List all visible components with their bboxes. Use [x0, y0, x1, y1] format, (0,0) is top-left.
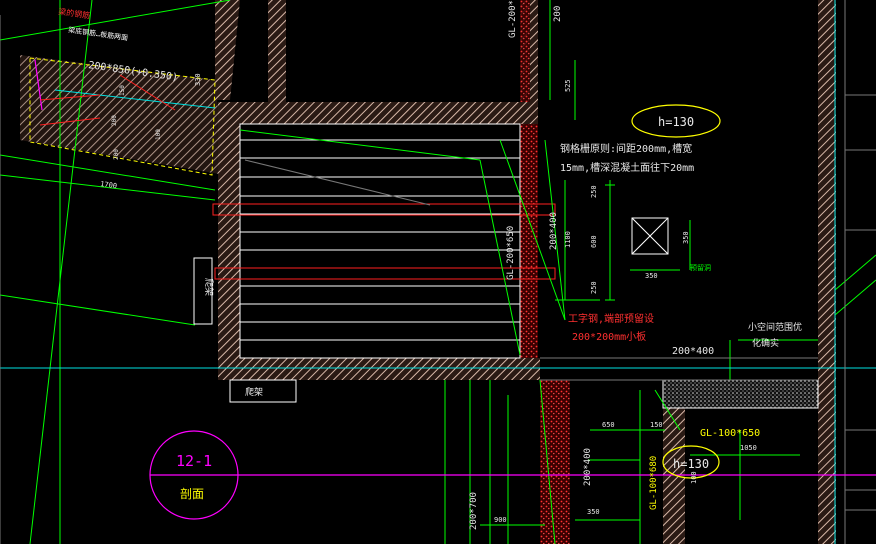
red-note-1: 工字钢,端部预留设: [568, 312, 654, 325]
h-top-label: h=130: [658, 115, 694, 129]
wall-right-red: [520, 124, 538, 358]
gl-mid-label: GL-200*650: [506, 226, 516, 280]
bottom-box-label: 爬架: [245, 387, 263, 398]
checker-beam: [662, 379, 819, 409]
dim-top-200: 200: [553, 6, 563, 22]
section-circle-top: 12-1: [176, 452, 212, 470]
opening-symbol: [631, 217, 669, 255]
wall-bottom-band: [218, 358, 540, 380]
gl-small-label: GL-100*650: [700, 428, 760, 439]
dim-250b: 250: [590, 281, 598, 294]
stair-treads: [239, 123, 521, 359]
inclined-wall-top: [215, 0, 240, 100]
wall-left: [218, 102, 240, 380]
dim-600: 600: [590, 235, 598, 248]
top-left-red-label-2: 梁底钢筋…板筋两面: [68, 25, 129, 42]
small-green-label: 预留洞: [690, 263, 711, 272]
dim-200x400-horizontal: 200*400: [672, 346, 714, 357]
dim-100: 100: [690, 471, 698, 484]
dim-250a: 250: [590, 185, 598, 198]
dim-200x400-vertical: 200*400: [549, 212, 559, 250]
red-note-2: 200*200mm小板: [572, 330, 646, 343]
column-red-top: [520, 0, 530, 102]
dim-left-150: 150: [119, 85, 126, 96]
wall-lower-right: [663, 408, 685, 544]
dim-left-100: 100: [155, 129, 162, 140]
dim-left-1700: 1700: [100, 180, 118, 190]
dim-100x680: GL-100*680: [649, 456, 659, 510]
dim-left-330: 330: [194, 73, 202, 86]
dim-200x700: 200*700: [469, 492, 479, 530]
dim-350b: 350: [587, 508, 600, 516]
note-line-1: 钢格栅原则:间距200mm,槽宽: [560, 142, 692, 155]
left-vertical-label: 爬架: [203, 278, 214, 296]
top-left-red-label-1: 梁的钢筋: [58, 6, 91, 20]
steel-beam-1: [212, 203, 556, 216]
dim-150: 150: [650, 421, 663, 429]
walls: [20, 0, 836, 544]
wall-top-left: [268, 0, 286, 102]
dim-525: 525: [564, 79, 572, 92]
stair-outline: [239, 123, 521, 359]
dim-1050: 1050: [740, 444, 757, 452]
wall-far-right: [818, 0, 836, 544]
right-note-2: 化确实: [752, 337, 779, 349]
wall-top-band: [218, 102, 538, 124]
column-lower-red: [540, 380, 570, 544]
dim-900: 900: [494, 516, 507, 524]
section-circle-bottom: 剖面: [180, 487, 204, 501]
right-note-1: 小空间范围优: [748, 321, 802, 333]
dim-350-vertical: 350: [682, 231, 690, 244]
dim-left-200: 200: [111, 115, 118, 126]
cad-drawing-canvas[interactable]: 梁的钢筋 梁底钢筋…板筋两面 200*850(+0.350) 1700 330 …: [0, 0, 876, 544]
dim-1100: 1100: [564, 231, 572, 248]
dim-650: 650: [602, 421, 615, 429]
dim-350-horizontal: 350: [645, 272, 658, 280]
gl-top-label: GL-200*: [508, 0, 518, 38]
h-bottom-label: h=130: [673, 457, 709, 471]
dim-200x400-vertical-2: 200*400: [583, 448, 593, 486]
dim-left-200b: 200: [113, 149, 120, 160]
steel-beams: [212, 203, 556, 280]
note-line-2: 15mm,槽深混凝土面往下20mm: [560, 161, 694, 174]
